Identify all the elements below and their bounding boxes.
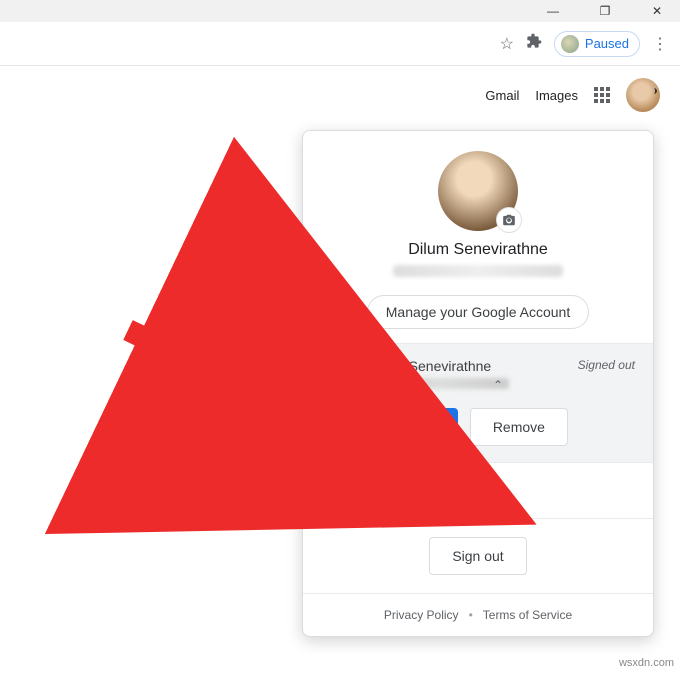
primary-avatar <box>438 151 518 231</box>
browser-menu-icon[interactable]: ⋮ <box>652 34 668 54</box>
paused-label: Paused <box>585 36 629 51</box>
minimize-button[interactable]: — <box>536 4 570 18</box>
manage-account-button[interactable]: Manage your Google Account <box>367 295 589 329</box>
page-header: Gmail Images <box>0 66 680 124</box>
window-titlebar: — ❐ ✕ <box>0 0 680 22</box>
sign-out-row: Sign out <box>303 518 653 593</box>
profile-paused-pill[interactable]: Paused <box>554 31 640 57</box>
primary-account-name: Dilum Senevirathne <box>323 241 633 259</box>
pill-avatar-icon <box>561 35 579 53</box>
secondary-account-row: Dilum Senevirathne ⌃ Signed out Sign in … <box>303 343 653 462</box>
primary-account-email-obscured <box>393 265 563 277</box>
chevron-up-icon[interactable]: ⌃ <box>493 378 503 392</box>
secondary-account-email-obscured <box>369 378 509 389</box>
account-avatar-button[interactable] <box>626 78 660 112</box>
extensions-icon[interactable] <box>526 33 542 54</box>
images-link[interactable]: Images <box>535 88 578 103</box>
terms-link[interactable]: Terms of Service <box>483 608 572 622</box>
account-menu-header: Dilum Senevirathne Manage your Google Ac… <box>303 131 653 343</box>
account-menu-footer: Privacy Policy • Terms of Service <box>303 593 653 636</box>
privacy-policy-link[interactable]: Privacy Policy <box>384 608 459 622</box>
account-menu: Dilum Senevirathne Manage your Google Ac… <box>302 130 654 637</box>
close-button[interactable]: ✕ <box>640 4 674 18</box>
camera-icon[interactable] <box>496 207 522 233</box>
account-status: Signed out <box>578 358 635 372</box>
remove-account-button[interactable]: Remove <box>470 408 568 446</box>
secondary-account-name: Dilum Senevirathne <box>369 358 564 374</box>
watermark: wsxdn.com <box>619 657 674 669</box>
gmail-link[interactable]: Gmail <box>485 88 519 103</box>
add-another-account[interactable]: Add another account <box>303 462 653 518</box>
google-apps-icon[interactable] <box>594 87 610 103</box>
person-add-icon <box>327 479 347 502</box>
sign-out-button[interactable]: Sign out <box>429 537 526 575</box>
bookmark-star-icon[interactable]: ☆ <box>500 34 514 54</box>
sign-in-button[interactable]: Sign in <box>369 408 458 446</box>
add-another-label: Add another account <box>365 483 494 499</box>
secondary-avatar <box>321 358 355 392</box>
browser-toolbar: ☆ Paused ⋮ <box>0 22 680 66</box>
maximize-button[interactable]: ❐ <box>588 4 622 18</box>
footer-separator: • <box>469 608 473 622</box>
